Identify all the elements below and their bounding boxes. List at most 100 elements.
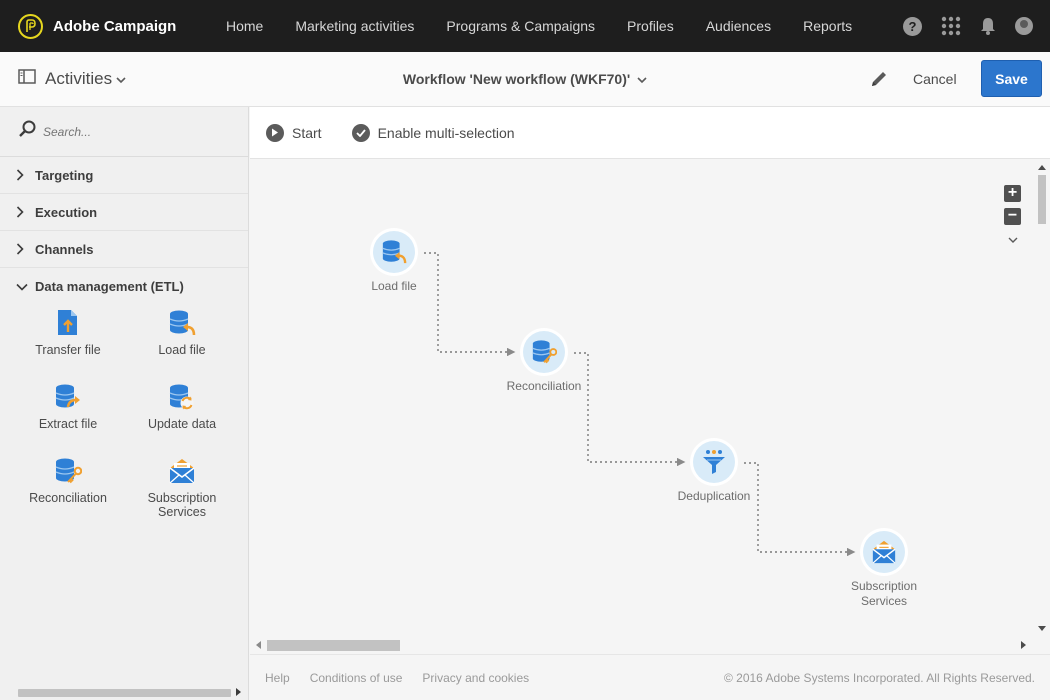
- nav-home[interactable]: Home: [226, 18, 263, 34]
- cancel-button[interactable]: Cancel: [913, 71, 957, 87]
- workflow-node-load-file[interactable]: Load file: [344, 228, 444, 294]
- chevron-down-icon[interactable]: [637, 71, 647, 87]
- canvas-vertical-scrollbar[interactable]: [1034, 159, 1050, 637]
- sidebar-horizontal-scrollbar[interactable]: [0, 684, 249, 700]
- notifications-bell-icon[interactable]: [980, 17, 996, 35]
- help-icon[interactable]: ?: [903, 16, 922, 36]
- chevron-right-icon: [16, 243, 28, 255]
- tile-label: Extract file: [38, 417, 98, 431]
- footer-link-conditions[interactable]: Conditions of use: [310, 671, 403, 685]
- footer-link-help[interactable]: Help: [265, 671, 290, 685]
- canvas-horizontal-scrollbar[interactable]: [250, 637, 1034, 654]
- activity-reconciliation[interactable]: Reconciliation: [11, 457, 125, 531]
- nav-profiles[interactable]: Profiles: [627, 18, 674, 34]
- scroll-right-arrow-icon[interactable]: [236, 688, 241, 696]
- top-icons: ?: [884, 0, 1033, 52]
- category-data-management[interactable]: Data management (ETL): [0, 268, 248, 305]
- start-label: Start: [292, 124, 322, 141]
- nav-reports[interactable]: Reports: [803, 18, 852, 34]
- scrollbar-thumb[interactable]: [18, 689, 231, 697]
- tile-label: Transfer file: [35, 343, 101, 357]
- category-channels[interactable]: Channels: [0, 231, 248, 268]
- zoom-in-icon[interactable]: +: [1004, 185, 1021, 202]
- activity-update-data[interactable]: Update data: [125, 383, 239, 457]
- node-label: Reconciliation: [506, 379, 582, 393]
- copyright: © 2016 Adobe Systems Incorporated. All R…: [723, 670, 1035, 685]
- extract-file-icon: [55, 384, 80, 408]
- update-data-icon: [169, 384, 194, 410]
- transfer-file-icon: [58, 310, 77, 335]
- top-bar: Adobe Campaign Home Marketing activities…: [0, 0, 1050, 52]
- search-icon: [18, 120, 36, 143]
- adobe-campaign-logo-icon: [18, 13, 43, 39]
- deduplication-funnel-icon: [703, 450, 725, 474]
- apps-grid-icon[interactable]: [941, 16, 961, 36]
- activities-label: Activities: [45, 69, 113, 88]
- scroll-up-arrow-icon[interactable]: [1038, 165, 1046, 170]
- chevron-down-icon: [116, 69, 126, 89]
- scroll-down-arrow-icon[interactable]: [1038, 626, 1046, 631]
- zoom-controls: + −: [1004, 185, 1021, 249]
- category-execution[interactable]: Execution: [0, 194, 248, 231]
- tile-label: Subscription Services: [147, 491, 217, 519]
- sidebar-toggle-icon: [18, 69, 36, 89]
- search-input[interactable]: [43, 124, 223, 139]
- scroll-right-arrow-icon[interactable]: [1021, 641, 1026, 649]
- category-label: Targeting: [35, 167, 94, 183]
- tile-label: Load file: [158, 343, 206, 357]
- workflow-title: Workflow 'New workflow (WKF70)': [0, 71, 1050, 87]
- category-targeting[interactable]: Targeting: [0, 157, 248, 194]
- subscription-services-icon: [872, 540, 896, 564]
- save-button[interactable]: Save: [981, 60, 1042, 97]
- workflow-toolbar: Start Enable multi-selection: [250, 107, 1050, 159]
- page-footer: Help Conditions of use Privacy and cooki…: [250, 654, 1050, 700]
- node-label: Load file: [371, 279, 417, 293]
- workflow-title-text[interactable]: Workflow 'New workflow (WKF70)': [403, 71, 630, 87]
- activity-transfer-file[interactable]: Transfer file: [11, 309, 125, 383]
- footer-link-privacy[interactable]: Privacy and cookies: [422, 671, 529, 685]
- category-label: Data management (ETL): [35, 279, 184, 294]
- play-icon: [266, 123, 284, 142]
- nav-audiences[interactable]: Audiences: [706, 18, 771, 34]
- main-nav: Home Marketing activities Programs & Cam…: [226, 18, 884, 34]
- user-avatar-icon[interactable]: [1015, 17, 1033, 35]
- app-logo[interactable]: Adobe Campaign: [18, 13, 218, 39]
- workflow-node-deduplication[interactable]: Deduplication: [664, 438, 764, 504]
- category-label: Channels: [35, 241, 94, 257]
- scroll-left-arrow-icon[interactable]: [256, 641, 261, 649]
- sidebar-search: [0, 107, 248, 157]
- activity-load-file[interactable]: Load file: [125, 309, 239, 383]
- activity-subscription-services[interactable]: Subscription Services: [125, 457, 239, 531]
- node-label: Subscription Services: [850, 579, 918, 608]
- chevron-right-icon: [16, 169, 28, 181]
- enable-multi-selection-button[interactable]: Enable multi-selection: [351, 123, 515, 142]
- reconciliation-icon: [55, 458, 82, 484]
- start-button[interactable]: Start: [266, 123, 322, 142]
- activity-tiles: Transfer file Load file Extract file Upd…: [0, 309, 248, 531]
- checkmark-icon: [351, 123, 370, 142]
- activities-sidebar: Targeting Execution Channels Data manage…: [0, 107, 249, 700]
- node-label: Deduplication: [677, 489, 751, 503]
- activities-toggle[interactable]: Activities: [18, 69, 126, 89]
- tile-label: Update data: [147, 417, 217, 431]
- subscription-services-icon: [169, 459, 195, 484]
- multi-selection-label: Enable multi-selection: [377, 124, 515, 141]
- workflow-node-subscription-services[interactable]: Subscription Services: [834, 528, 934, 609]
- edit-pencil-icon[interactable]: [870, 70, 888, 93]
- chevron-down-icon: [16, 283, 28, 291]
- load-file-icon: [169, 310, 196, 336]
- chevron-down-icon[interactable]: [1008, 231, 1018, 249]
- workflow-canvas[interactable]: Load file Reconciliation Deduplication S…: [250, 159, 1034, 637]
- activity-extract-file[interactable]: Extract file: [11, 383, 125, 457]
- nav-marketing-activities[interactable]: Marketing activities: [295, 18, 414, 34]
- app-name: Adobe Campaign: [53, 17, 177, 35]
- tile-label: Reconciliation: [29, 491, 107, 505]
- zoom-out-icon[interactable]: −: [1004, 208, 1021, 225]
- scrollbar-thumb[interactable]: [1038, 175, 1046, 224]
- nav-programs-campaigns[interactable]: Programs & Campaigns: [446, 18, 595, 34]
- chevron-right-icon: [16, 206, 28, 218]
- reconciliation-icon: [532, 340, 557, 364]
- load-file-icon: [382, 240, 407, 264]
- scrollbar-thumb[interactable]: [267, 640, 400, 651]
- workflow-node-reconciliation[interactable]: Reconciliation: [494, 328, 594, 394]
